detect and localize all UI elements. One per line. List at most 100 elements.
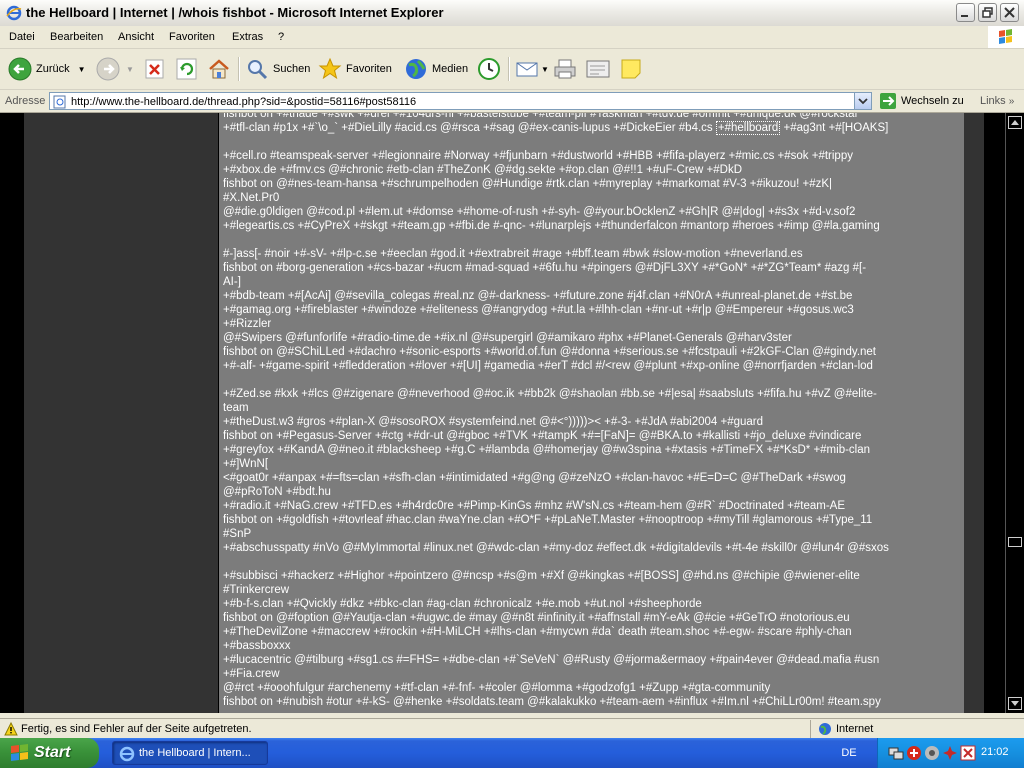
taskbar-ie-window[interactable]: the Hellboard | Intern...	[112, 741, 268, 765]
scroll-down-button[interactable]	[1008, 697, 1022, 710]
status-bar: Fertig, es sind Fehler auf der Seite auf…	[0, 718, 1024, 739]
favorites-button[interactable]: Favoriten	[318, 54, 392, 84]
back-button[interactable]: Zurück ▼	[8, 54, 86, 84]
whois-line: #Trinkercrew	[223, 584, 290, 596]
whois-line	[223, 373, 961, 387]
back-dropdown-icon[interactable]: ▼	[78, 65, 86, 74]
links-text: Links	[980, 95, 1006, 107]
minimize-button[interactable]	[956, 3, 975, 22]
minimize-icon	[961, 15, 968, 17]
menu-extras[interactable]: Extras	[232, 31, 263, 43]
start-button[interactable]: Start	[0, 738, 99, 768]
address-input[interactable]: http://www.the-hellboard.de/thread.php?s…	[49, 92, 872, 110]
whois-line: +#TheDevilZone +#maccrew +#rockin +#H-Mi…	[223, 626, 852, 638]
go-button[interactable]: Wechseln zu	[880, 93, 964, 109]
scroll-thumb[interactable]	[1008, 537, 1022, 547]
close-button[interactable]	[1000, 3, 1019, 22]
whois-line: +#abschusspatty #nVo @#MyImmortal #linux…	[223, 542, 889, 554]
web-content: fishbot on +#triade +#swk +#drei +#104dr…	[0, 113, 1005, 713]
whois-line: +#greyfox +#KandA @#neo.it #blacksheep +…	[223, 444, 871, 456]
mail-button[interactable]: ▼	[515, 54, 549, 84]
post-body: fishbot on +#triade +#swk +#drei +#104dr…	[219, 113, 964, 713]
whois-line: #X.Net.Pr0	[223, 192, 280, 204]
whois-line: #-]ass[- #noir +#-sV- +#lp-c.se +#eeclan…	[223, 248, 803, 260]
highlighted-channel: +#hellboard	[715, 121, 781, 135]
vertical-scrollbar[interactable]	[1005, 113, 1024, 713]
whois-line	[223, 555, 961, 569]
whois-line: +#theDust.w3 #gros +#plan-X @#sosoROX #s…	[223, 416, 764, 428]
forward-dropdown-icon[interactable]: ▼	[126, 65, 134, 74]
whois-line: +#bassboxxx	[223, 640, 291, 652]
windows-flag-icon	[11, 744, 28, 761]
whois-line: fishbot on #borg-generation +#cs-bazar +…	[223, 262, 867, 274]
go-arrow-icon	[880, 93, 896, 109]
history-clock-icon	[478, 58, 500, 80]
stop-button[interactable]	[145, 54, 165, 84]
favorites-label: Favoriten	[346, 63, 392, 75]
restore-icon	[982, 7, 993, 18]
close-icon	[1004, 7, 1015, 18]
toolbar: Zurück ▼ ▼ Suchen Favoriten Medien ▼	[0, 49, 1024, 90]
menu-bearbeiten[interactable]: Bearbeiten	[50, 31, 103, 43]
menu-favoriten[interactable]: Favoriten	[169, 31, 215, 43]
menu-help[interactable]: ?	[278, 31, 284, 43]
search-label: Suchen	[273, 63, 311, 75]
clock[interactable]: 21:02	[981, 746, 1009, 758]
whois-line: fishbot on +#triade +#swk +#drei +#104dr…	[223, 113, 859, 120]
forward-button[interactable]: ▼	[96, 54, 134, 84]
print-button[interactable]	[553, 54, 577, 84]
scroll-down-icon	[1011, 701, 1019, 706]
back-label: Zurück	[36, 63, 70, 75]
whois-line: +#legeartis.cs +#CyPreX +#skgt +#team.gp…	[223, 220, 880, 232]
antivirus-icon[interactable]	[906, 745, 922, 761]
address-dropdown-button[interactable]	[854, 93, 871, 109]
menu-bar: Datei Bearbeiten Ansicht Favoriten Extra…	[0, 26, 1024, 49]
taskbar-ie-label: the Hellboard | Intern...	[139, 747, 251, 759]
tray-app-icon[interactable]	[960, 745, 976, 761]
star-icon	[318, 57, 342, 80]
whois-line: @#pRoToN +#bdt.hu	[223, 486, 331, 498]
language-indicator[interactable]: DE	[836, 744, 862, 762]
whois-line: AI-]	[223, 276, 241, 288]
tray-tool-icon[interactable]	[942, 745, 958, 761]
maximize-button[interactable]	[978, 3, 997, 22]
whois-line: +#-alf- +#game-spirit +#fledderation +#l…	[223, 360, 873, 372]
menu-datei[interactable]: Datei	[9, 31, 35, 43]
media-label: Medien	[432, 63, 469, 75]
title-bar[interactable]: the Hellboard | Internet | /whois fishbo…	[0, 0, 1024, 27]
speaker-icon[interactable]	[924, 745, 940, 761]
sticky-note-icon	[621, 59, 641, 79]
whois-line: +#radio.it +#NaG.crew +#TFD.es +#h4rdc0r…	[223, 500, 846, 512]
left-sidebar-column	[24, 113, 218, 713]
menu-ansicht[interactable]: Ansicht	[118, 31, 154, 43]
status-text: Fertig, es sind Fehler auf der Seite auf…	[21, 723, 252, 735]
whois-line: #SnP	[223, 528, 252, 540]
page-icon	[53, 95, 66, 109]
home-button[interactable]	[207, 54, 231, 84]
mail-dropdown-icon[interactable]: ▼	[541, 65, 549, 74]
whois-line: <#goat0r +#anpax +#=fts=clan +#sfh-clan …	[223, 472, 846, 484]
scroll-up-button[interactable]	[1008, 116, 1022, 129]
whois-line: +#]WnN[	[223, 458, 269, 470]
home-icon	[209, 59, 229, 79]
note-button[interactable]	[619, 54, 643, 84]
network-icon[interactable]	[888, 745, 904, 761]
search-button[interactable]: Suchen	[245, 54, 310, 84]
search-icon	[248, 60, 268, 80]
refresh-button[interactable]	[176, 54, 198, 84]
history-button[interactable]	[477, 54, 501, 84]
printer-icon	[554, 59, 576, 79]
security-zone[interactable]: Internet	[818, 722, 873, 736]
start-label: Start	[34, 744, 71, 761]
whois-line: +#xbox.de +#fmv.cs @#chronic #etb-clan #…	[223, 164, 743, 176]
back-arrow-icon	[8, 57, 32, 81]
chevron-down-icon	[858, 98, 868, 105]
scroll-up-icon	[1011, 120, 1019, 125]
stop-icon	[145, 59, 164, 79]
refresh-icon	[176, 58, 197, 80]
warning-icon[interactable]	[4, 722, 18, 736]
whois-line: +#b-f-s.clan +#Qvickly #dkz +#bkc-clan #…	[223, 598, 702, 610]
media-button[interactable]: Medien	[404, 54, 468, 84]
links-label[interactable]: Links »	[980, 95, 1014, 107]
edit-button[interactable]	[585, 54, 611, 84]
